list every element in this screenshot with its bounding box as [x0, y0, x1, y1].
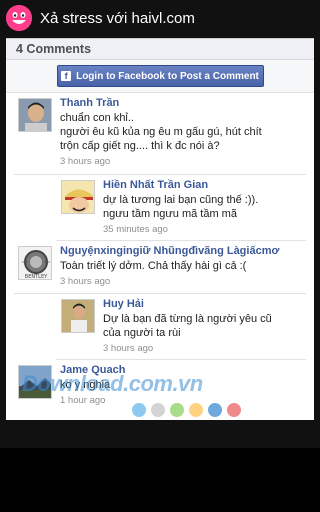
- avatar[interactable]: [18, 98, 52, 132]
- comment-timestamp[interactable]: 3 hours ago: [60, 276, 314, 287]
- comment-item: BENTLEY Nguyệnxingingiữ Nhũngđìvãng Làgi…: [6, 245, 314, 287]
- smiley-face-icon[interactable]: [6, 5, 32, 31]
- comment-timestamp[interactable]: 35 minutes ago: [103, 224, 314, 235]
- facebook-login-label: Login to Facebook to Post a Comment: [76, 70, 259, 82]
- divider: [56, 240, 306, 241]
- app-title: Xả stress với haivl.com: [40, 9, 195, 27]
- comment-timestamp[interactable]: 3 hours ago: [103, 343, 314, 354]
- comment-author[interactable]: Thanh Trần: [60, 97, 314, 109]
- comment-count-header: 4 Comments: [6, 38, 314, 60]
- divider: [14, 174, 306, 175]
- comment-text: Toàn triết lý dởm. Chả thấy hài gì cả :(: [60, 260, 247, 272]
- watermark-dot: [227, 403, 241, 417]
- comment-text: chuẩn con khỉ.. người êu kũ kủa ng êu m …: [60, 112, 262, 152]
- svg-text:BENTLEY: BENTLEY: [25, 274, 48, 280]
- comment-text: Dự là bạn đã từng là người yêu cũ của ng…: [103, 313, 272, 339]
- avatar[interactable]: BENTLEY: [18, 246, 52, 280]
- avatar[interactable]: [61, 180, 95, 214]
- watermark-dot: [208, 403, 222, 417]
- comment-reply-item: Huy Hải Dự là bạn đã từng là người yêu c…: [6, 298, 314, 354]
- comment-reply-item: Hiền Nhất Trần Gian dự là tương lai bạn …: [6, 179, 314, 235]
- login-bar: f Login to Facebook to Post a Comment: [6, 60, 314, 93]
- app-bar: Xả stress với haivl.com: [0, 0, 320, 36]
- divider: [14, 293, 306, 294]
- bottom-bar: [0, 448, 320, 512]
- watermark-dot: [189, 403, 203, 417]
- divider: [56, 359, 306, 360]
- facebook-login-button[interactable]: f Login to Facebook to Post a Comment: [56, 65, 264, 87]
- comments-panel: 4 Comments f Login to Facebook to Post a…: [6, 38, 314, 420]
- watermark-dot: [151, 403, 165, 417]
- watermark-dot: [170, 403, 184, 417]
- facebook-icon: f: [61, 71, 72, 81]
- watermark: Download.com.vn: [22, 371, 203, 396]
- comment-author[interactable]: Hiền Nhất Trần Gian: [103, 179, 314, 191]
- comment-item: Thanh Trần chuẩn con khỉ.. người êu kũ k…: [6, 97, 314, 167]
- comment-text: dự là tương lai bạn cũng thế :)). ngưu t…: [103, 194, 259, 220]
- watermark-dots: [132, 403, 246, 417]
- comment-author[interactable]: Nguyệnxingingiữ Nhũngđìvãng Làgiấcmơ: [60, 245, 314, 257]
- comment-author[interactable]: Huy Hải: [103, 298, 314, 310]
- comment-timestamp[interactable]: 3 hours ago: [60, 156, 314, 167]
- watermark-dot: [132, 403, 146, 417]
- avatar[interactable]: [61, 299, 95, 333]
